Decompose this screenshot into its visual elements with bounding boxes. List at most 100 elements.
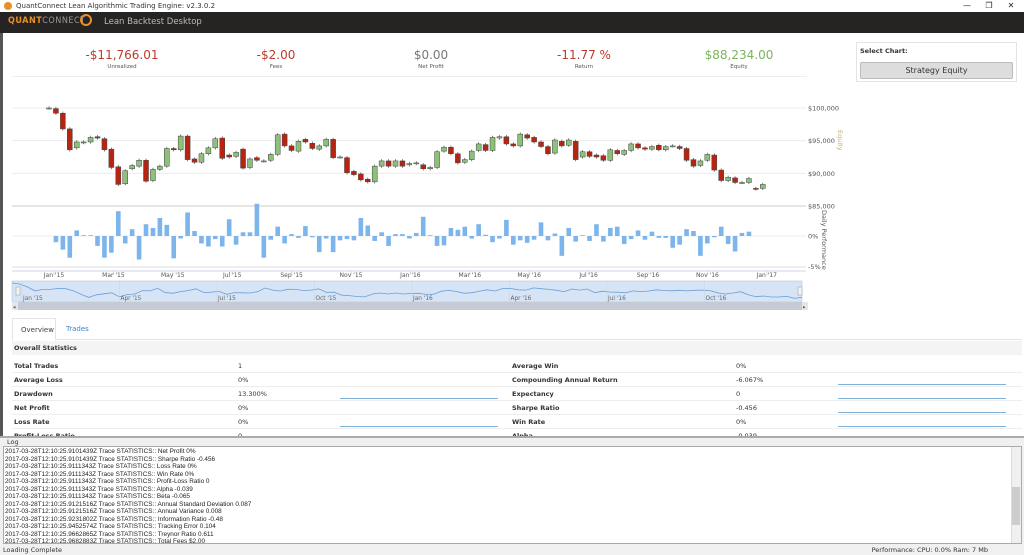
candle xyxy=(94,136,101,139)
candle xyxy=(157,165,163,170)
performance-bar xyxy=(552,233,558,236)
candle xyxy=(302,139,309,143)
close-button[interactable]: ✕ xyxy=(1000,0,1022,12)
candle xyxy=(295,141,302,152)
equity-chart[interactable]: $100,000$95,000$90,000$85,000Equity0%-5%… xyxy=(0,90,850,320)
statistics-row: Net Profit 0% Sharpe Ratio -0.456 xyxy=(12,401,1022,415)
log-scrollbar-thumb[interactable] xyxy=(1012,487,1020,525)
candle xyxy=(482,144,489,151)
performance-bar xyxy=(434,236,440,246)
performance-bar xyxy=(635,230,641,236)
log-output[interactable]: 2017-03-28T12:10:25.9101439Z Trace STATI… xyxy=(3,446,1022,544)
candle xyxy=(80,141,87,144)
performance-bar xyxy=(594,224,599,236)
window-titlebar: QuantConnect Lean Algorithmic Trading En… xyxy=(0,0,1024,12)
stat-name: Win Rate xyxy=(512,418,546,426)
performance-bar xyxy=(400,234,405,236)
performance-bar xyxy=(358,218,364,236)
performance-bar xyxy=(226,219,232,236)
candle xyxy=(559,141,565,147)
candle xyxy=(566,139,572,146)
statistics-row: Average Loss 0% Compounding Annual Retur… xyxy=(12,373,1022,387)
minimize-button[interactable]: — xyxy=(956,0,978,12)
x-tick-label: Mar '15 xyxy=(102,272,125,279)
performance-bar xyxy=(663,236,669,238)
candle xyxy=(371,165,378,183)
performance-bar xyxy=(129,229,135,236)
candle xyxy=(323,139,329,147)
performance-bar xyxy=(670,236,675,248)
performance-bar xyxy=(379,232,384,236)
performance-bar xyxy=(233,236,239,245)
performance-bar xyxy=(746,231,752,236)
equity-tick-label: $90,000 xyxy=(808,170,835,178)
tab-trades[interactable]: Trades xyxy=(58,318,97,341)
x-tick-label: Sep '16 xyxy=(637,272,660,279)
summary-value: -$11,766.01 xyxy=(85,48,159,62)
performance-bar xyxy=(254,203,260,236)
strategy-equity-button[interactable]: Strategy Equity xyxy=(860,62,1013,79)
candle xyxy=(385,160,392,167)
tab-overview[interactable]: Overview xyxy=(12,318,56,341)
performance-bar xyxy=(614,226,620,236)
logo-text-bold: QUANT xyxy=(8,16,43,26)
stat-name: Total Trades xyxy=(14,362,59,370)
performance-bar xyxy=(95,236,100,246)
performance-bar xyxy=(711,236,717,238)
maximize-button[interactable]: ❐ xyxy=(978,0,1000,12)
logo-swirl-icon xyxy=(80,14,92,26)
performance-bar xyxy=(372,236,378,241)
performance-bar xyxy=(448,227,454,236)
stat-sparkline xyxy=(838,426,1006,427)
performance-bar xyxy=(81,235,86,236)
candle xyxy=(413,162,420,165)
candle xyxy=(690,159,697,167)
select-chart-label: Select Chart: xyxy=(860,47,908,55)
stat-value: 13.300% xyxy=(238,390,267,398)
candle xyxy=(288,145,295,151)
performance-bar xyxy=(649,231,655,236)
performance-bar xyxy=(282,236,287,244)
candle xyxy=(268,154,274,161)
performance-bar xyxy=(511,236,516,245)
candle xyxy=(108,148,115,168)
performance-bar xyxy=(60,236,66,250)
performance-bar xyxy=(296,236,301,238)
performance-bar xyxy=(337,236,343,241)
quantconnect-logo: QUANTCONNECT xyxy=(8,16,86,26)
candle xyxy=(725,177,731,181)
candle xyxy=(344,157,350,173)
summary-value: -$2.00 xyxy=(256,48,296,62)
performance-bar xyxy=(642,236,648,240)
performance-bar xyxy=(497,236,502,239)
performance-bar xyxy=(462,226,468,236)
performance-bar xyxy=(608,227,613,236)
summary-value: $0.00 xyxy=(413,48,449,62)
log-scrollbar[interactable] xyxy=(1011,447,1021,543)
status-text: Loading Complete xyxy=(3,546,63,554)
candle xyxy=(191,158,198,163)
candle xyxy=(669,145,676,148)
stat-value: 0% xyxy=(238,376,249,384)
statistics-row: Drawdown 13.300% Expectancy 0 xyxy=(12,387,1022,401)
performance-bar xyxy=(566,227,572,236)
performance-bar xyxy=(407,236,412,239)
navigator-tick-label: Jul '15 xyxy=(217,296,236,302)
performance-bar xyxy=(656,236,662,238)
navigator-left-handle[interactable] xyxy=(15,286,21,296)
summary-equity: $88,234.00 Equity xyxy=(664,48,814,70)
performance-bar xyxy=(240,232,246,236)
candle xyxy=(365,178,371,183)
candle xyxy=(316,145,323,150)
performance-bar xyxy=(427,235,433,236)
performance-bar xyxy=(316,236,322,253)
candle xyxy=(468,150,475,160)
candle xyxy=(247,158,253,168)
candle xyxy=(233,152,239,157)
log-line: 2017-03-28T12:10:25.9121516Z Trace STATI… xyxy=(5,508,222,515)
navigator-scrollbar-thumb[interactable] xyxy=(18,302,802,310)
candle xyxy=(614,150,621,154)
stat-value: 0 xyxy=(736,390,741,398)
navigator-right-handle[interactable] xyxy=(797,286,803,296)
equity-tick-label: $95,000 xyxy=(808,137,835,145)
